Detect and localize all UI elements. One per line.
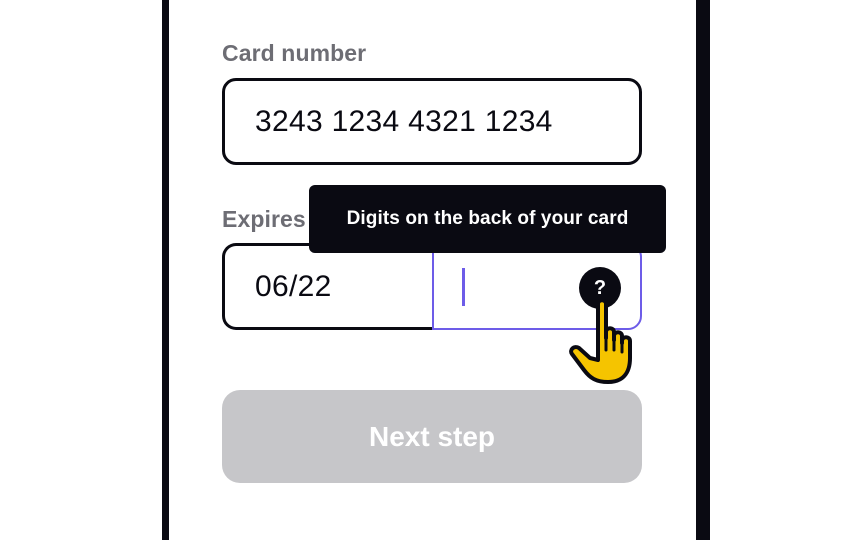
card-number-field[interactable]: 3243 1234 4321 1234 xyxy=(222,78,642,165)
pointer-hand-icon xyxy=(569,298,632,384)
next-step-button[interactable]: Next step xyxy=(222,390,642,483)
card-number-value: 3243 1234 4321 1234 xyxy=(255,105,553,138)
expires-label: Expires xyxy=(222,206,306,232)
expiry-field[interactable]: 06/22 xyxy=(222,243,452,330)
expiry-value: 06/22 xyxy=(255,270,332,303)
cvc-tooltip: Digits on the back of your card xyxy=(309,185,666,253)
text-caret xyxy=(462,268,465,306)
checkout-screen: Card number 3243 1234 4321 1234 Expires … xyxy=(0,0,864,540)
card-number-label: Card number xyxy=(222,40,367,66)
